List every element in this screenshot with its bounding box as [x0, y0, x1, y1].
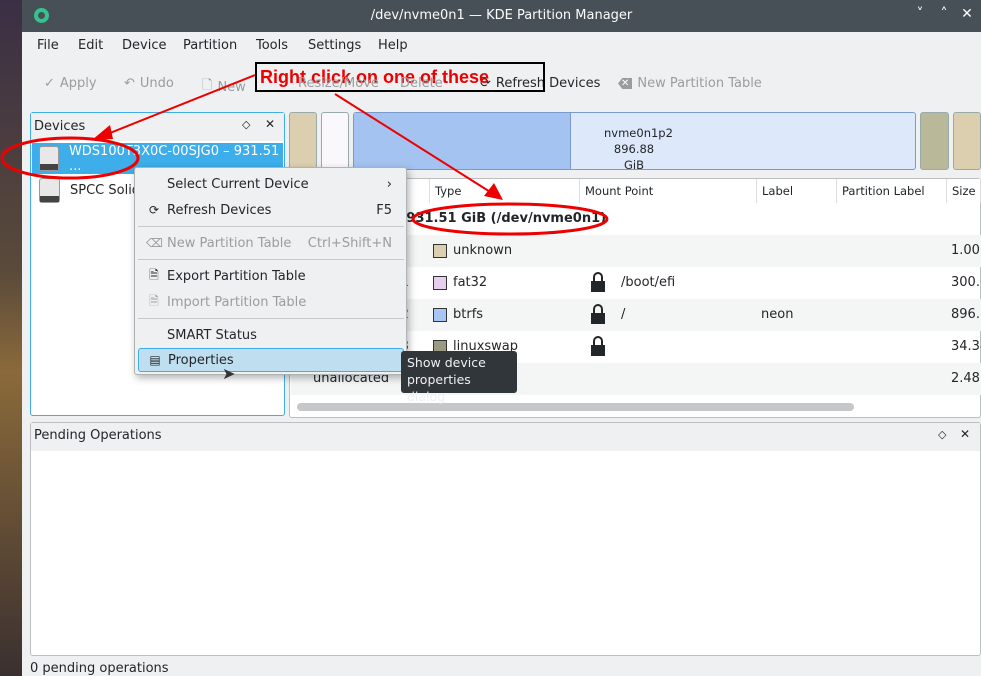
close-button[interactable]: ✕	[958, 6, 976, 22]
menu-item-smart-status[interactable]: SMART Status	[138, 323, 404, 347]
menu-edit[interactable]: Edit	[78, 38, 103, 53]
refresh-icon: ⟳	[148, 203, 160, 217]
menu-item-properties[interactable]: ▤ Properties	[138, 348, 404, 372]
clear-icon: ⌫	[146, 236, 163, 250]
partition-segment[interactable]	[920, 112, 949, 170]
devices-panel-title: Devices	[34, 119, 86, 134]
status-bar-text: 0 pending operations	[30, 661, 169, 676]
title-bar: /dev/nvme0n1 — KDE Partition Manager ˅ ˄…	[22, 0, 981, 32]
resize-move-button[interactable]: Resize/Move	[298, 76, 379, 91]
partition-segment[interactable]	[289, 112, 317, 170]
window-title: /dev/nvme0n1 — KDE Partition Manager	[370, 8, 633, 23]
lock-icon	[591, 336, 605, 356]
menu-device[interactable]: Device	[122, 38, 166, 53]
maximize-button[interactable]: ˄	[935, 6, 953, 22]
clear-icon: ✕	[618, 78, 633, 89]
pending-operations-panel	[30, 422, 981, 656]
menu-item-select-current-device[interactable]: Select Current Device ›	[138, 172, 404, 196]
new-file-icon: 🗋	[202, 78, 213, 93]
drive-icon	[39, 178, 60, 203]
lock-icon	[591, 272, 605, 292]
float-panel-icon[interactable]: ◇	[938, 428, 946, 441]
menu-tools[interactable]: Tools	[256, 38, 288, 53]
apply-button[interactable]: ✓ Apply	[44, 76, 97, 91]
export-icon: 🗎	[149, 267, 159, 282]
lock-icon	[591, 304, 605, 324]
column-header-type[interactable]: Type	[430, 179, 580, 203]
new-partition-table-button[interactable]: ✕ New Partition Table	[618, 76, 762, 91]
properties-icon: ▤	[149, 353, 161, 367]
tooltip: Show device properties dialog	[401, 351, 517, 404]
menu-item-import-partition-table[interactable]: 🗎 Import Partition Table	[138, 290, 404, 314]
horizontal-scrollbar[interactable]	[297, 403, 854, 411]
menu-item-export-partition-table[interactable]: 🗎 Export Partition Table	[138, 264, 404, 288]
delete-button[interactable]: Delete	[400, 76, 443, 91]
float-panel-icon[interactable]: ◇	[242, 118, 250, 131]
minimize-button[interactable]: ˅	[911, 6, 929, 22]
fs-color-swatch	[433, 308, 447, 322]
check-icon: ✓	[44, 76, 55, 91]
pending-operations-title: Pending Operations	[34, 428, 162, 443]
used-space-fill	[354, 113, 571, 169]
column-header-size[interactable]: Size	[947, 179, 981, 203]
close-panel-icon[interactable]: ✕	[265, 117, 275, 131]
partition-segment[interactable]	[321, 112, 349, 170]
new-partition-button[interactable]: 🗋 New	[202, 76, 246, 98]
fs-color-swatch	[433, 276, 447, 290]
segment-name: nvme0n1p2	[604, 126, 673, 140]
menu-separator	[138, 259, 404, 260]
undo-icon: ↶	[124, 76, 135, 91]
chevron-right-icon: ›	[386, 176, 392, 192]
column-header-partition-label[interactable]: Partition Label	[837, 179, 947, 203]
menu-item-new-partition-table[interactable]: ⌫ New Partition Table Ctrl+Shift+N	[138, 231, 404, 255]
segment-size: 896.88 GiB	[613, 142, 655, 172]
mouse-cursor-icon: ➤	[222, 364, 236, 383]
close-panel-icon[interactable]: ✕	[960, 427, 970, 441]
menu-file[interactable]: File	[37, 38, 59, 53]
drive-icon	[39, 146, 59, 171]
menu-separator	[138, 226, 404, 227]
menu-separator	[138, 318, 404, 319]
menu-settings[interactable]: Settings	[308, 38, 361, 53]
partition-segment-selected[interactable]: nvme0n1p2 896.88 GiB	[353, 112, 916, 172]
fs-color-swatch	[433, 244, 447, 258]
menu-partition[interactable]: Partition	[183, 38, 237, 53]
column-header-mount[interactable]: Mount Point	[580, 179, 757, 203]
column-header-label[interactable]: Label	[757, 179, 837, 203]
context-menu: Select Current Device › ⟳ Refresh Devices F…	[134, 167, 407, 375]
desktop-background	[0, 0, 22, 676]
undo-button[interactable]: ↶ Undo	[124, 76, 174, 91]
menu-item-refresh-devices[interactable]: ⟳ Refresh Devices F5	[138, 198, 404, 222]
partition-segment[interactable]	[953, 112, 981, 170]
menu-help[interactable]: Help	[378, 38, 408, 53]
import-icon: 🗎	[149, 293, 159, 308]
